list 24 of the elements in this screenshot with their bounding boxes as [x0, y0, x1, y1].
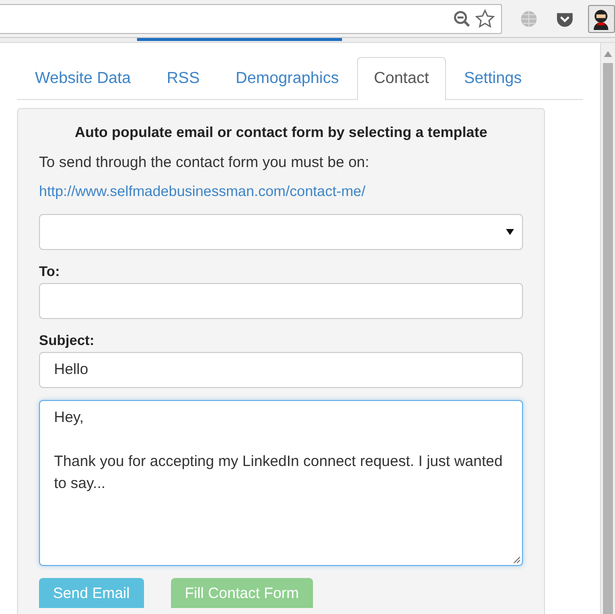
dropdown-caret-icon: [506, 229, 514, 235]
field-label: To:: [39, 263, 61, 279]
to-field[interactable]: [39, 283, 523, 319]
message-field[interactable]: Hey, Thank you for accepting my LinkedIn connect request. I just wanted to say...: [39, 400, 523, 566]
tab[interactable]: Settings: [446, 57, 540, 100]
tab[interactable]: RSS: [148, 57, 218, 100]
template-select[interactable]: [39, 214, 523, 250]
globe-icon[interactable]: [520, 10, 538, 28]
send-email-button[interactable]: Send Email: [39, 578, 144, 608]
contact-page-link[interactable]: http://www.selfmadebusinessman.com/contact-me/: [39, 184, 523, 200]
panel-heading: Auto populate email or contact form by selecting a template: [74, 125, 488, 141]
scrollbar-thumb[interactable]: [603, 63, 613, 614]
pocket-icon[interactable]: [556, 10, 574, 26]
field-label: Subject:: [39, 332, 96, 348]
star-icon[interactable]: [475, 8, 496, 28]
subject-field[interactable]: Hello: [39, 352, 523, 388]
zoom-out-icon[interactable]: [453, 10, 472, 28]
scroll-up-icon[interactable]: [604, 51, 612, 57]
instruction-text: To send through the contact form you must be on:: [39, 154, 370, 171]
extension-button[interactable]: [588, 4, 615, 32]
resize-grip-icon[interactable]: [513, 556, 521, 564]
tab[interactable]: Contact: [356, 57, 446, 100]
tab[interactable]: Website Data: [17, 57, 149, 100]
tab[interactable]: Demographics: [218, 57, 357, 100]
